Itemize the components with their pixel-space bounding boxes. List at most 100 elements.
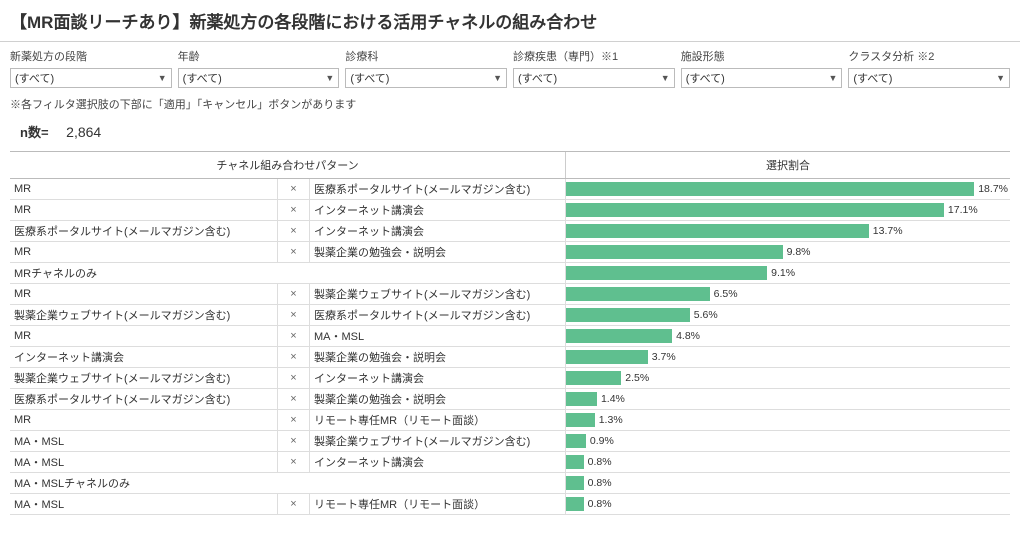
pattern-cell-left: MA・MSL [10,431,278,451]
filter-select[interactable]: (すべて) ▼ [10,68,172,88]
pattern-cell-left: インターネット講演会 [10,347,278,367]
table-row: MA・MSL×リモート専任MR（リモート面談）0.8% [10,494,1010,515]
combine-symbol: × [278,242,310,262]
bar [566,308,690,322]
pattern-cell-right: 製薬企業ウェブサイト(メールマガジン含む) [310,431,566,451]
pattern-cell-right: 製薬企業の勉強会・説明会 [310,347,566,367]
n-label: n数= [20,125,49,140]
pattern-cell-right: リモート専任MR（リモート面談） [310,410,566,430]
page-title: 【MR面談リーチあり】新薬処方の各段階における活用チャネルの組み合わせ [0,0,1020,42]
combine-symbol: × [278,431,310,451]
filter-label: 診療疾患（専門）※1 [513,48,675,64]
combine-symbol: × [278,200,310,220]
filter-4: 施設形態(すべて)▼ [681,48,843,88]
bar-label: 17.1% [948,204,978,216]
bar-cell: 6.5% [566,284,1010,304]
bar [566,266,767,280]
filter-select[interactable]: (すべて) ▼ [513,68,675,88]
filter-bar: 新薬処方の段階(すべて)▼年齢(すべて)▼診療科(すべて)▼診療疾患（専門）※1… [0,48,1020,88]
combine-symbol: × [278,452,310,472]
pattern-cell-left: MA・MSL [10,452,278,472]
pattern-cell-left: MR [10,326,278,346]
chevron-down-icon: ▼ [828,73,837,83]
chevron-down-icon: ▼ [661,73,670,83]
bar-label: 1.3% [599,414,623,426]
combine-symbol: × [278,284,310,304]
filter-value: (すべて) [15,70,54,86]
table-row: MR×インターネット講演会17.1% [10,200,1010,221]
bar-label: 0.9% [590,435,614,447]
table-row: MR×リモート専任MR（リモート面談） 1.3% [10,410,1010,431]
table-row: MR×医療系ポータルサイト(メールマガジン含む)18.7% [10,179,1010,200]
combine-symbol: × [278,179,310,199]
pattern-cell-left: MR [10,242,278,262]
bar-cell: 1.4% [566,389,1010,409]
bar-label: 3.7% [652,351,676,363]
pattern-cell-right: 製薬企業ウェブサイト(メールマガジン含む) [310,284,566,304]
combine-symbol: × [278,305,310,325]
filter-label: 新薬処方の段階 [10,48,172,64]
chevron-down-icon: ▼ [158,73,167,83]
pattern-cell-left: MR [10,200,278,220]
table-row: MR×MA・MSL4.8% [10,326,1010,347]
filter-3: 診療疾患（専門）※1 (すべて) ▼ [513,48,675,88]
bar-cell: 5.6% [566,305,1010,325]
column-header-ratio: 選択割合 [566,152,1010,178]
filter-select[interactable]: (すべて)▼ [848,68,1010,88]
pattern-cell-left: MR [10,410,278,430]
filter-5: クラスタ分析 ※2(すべて)▼ [848,48,1010,88]
bar [566,329,672,343]
bar [566,434,586,448]
combine-symbol: × [278,410,310,430]
n-value: 2,864 [66,124,101,140]
bar-label: 1.4% [601,393,625,405]
n-count: n数= 2,864 [0,116,1020,151]
table-row: MA・MSL×製薬企業ウェブサイト(メールマガジン含む) 0.9% [10,431,1010,452]
table-row: 製薬企業ウェブサイト(メールマガジン含む)×医療系ポータルサイト(メールマガジン… [10,305,1010,326]
column-header-pattern: チャネル組み合わせパターン [10,152,566,178]
filter-label: 診療科 [345,48,507,64]
filter-select[interactable]: (すべて)▼ [681,68,843,88]
bar-cell: 1.3% [566,410,1010,430]
pattern-cell-right: MA・MSL [310,326,566,346]
pattern-cell-right: 医療系ポータルサイト(メールマガジン含む) [310,305,566,325]
table-row: 医療系ポータルサイト(メールマガジン含む)×インターネット講演会13.7% [10,221,1010,242]
table-row: 医療系ポータルサイト(メールマガジン含む)×製薬企業の勉強会・説明会1.4% [10,389,1010,410]
bar-cell: 0.8% [566,494,1010,514]
pattern-cell-right: インターネット講演会 [310,368,566,388]
bar [566,350,648,364]
pattern-cell: MRチャネルのみ [10,263,566,283]
combine-symbol: × [278,494,310,514]
bar-cell: 0.8% [566,452,1010,472]
filter-value: (すべて) [518,70,557,86]
bar [566,182,974,196]
bar [566,287,710,301]
bar [566,203,944,217]
pattern-cell-right: インターネット講演会 [310,452,566,472]
bar-cell: 0.8% [566,473,1010,493]
chevron-down-icon: ▼ [493,73,502,83]
filter-select[interactable]: (すべて) ▼ [345,68,507,88]
table-row: MA・MSL×インターネット講演会0.8% [10,452,1010,473]
bar-label: 0.8% [588,477,612,489]
bar-cell: 2.5% [566,368,1010,388]
filter-label: 年齢 [178,48,340,64]
bar-cell: 9.1% [566,263,1010,283]
table-row: MA・MSLチャネルのみ0.8% [10,473,1010,494]
pattern-cell-right: インターネット講演会 [310,221,566,241]
bar [566,476,584,490]
filter-1: 年齢 (すべて)▼ [178,48,340,88]
table-row: インターネット講演会×製薬企業の勉強会・説明会3.7% [10,347,1010,368]
combine-symbol: × [278,389,310,409]
bar-label: 4.8% [676,330,700,342]
filter-value: (すべて) [350,70,389,86]
combine-symbol: × [278,368,310,388]
filter-select[interactable]: (すべて)▼ [178,68,340,88]
pattern-cell-right: リモート専任MR（リモート面談） [310,494,566,514]
pattern-cell-left: 医療系ポータルサイト(メールマガジン含む) [10,221,278,241]
bar [566,392,597,406]
bar [566,224,869,238]
bar-label: 18.7% [978,183,1008,195]
bar-cell: 9.8% [566,242,1010,262]
filter-value: (すべて) [853,70,892,86]
